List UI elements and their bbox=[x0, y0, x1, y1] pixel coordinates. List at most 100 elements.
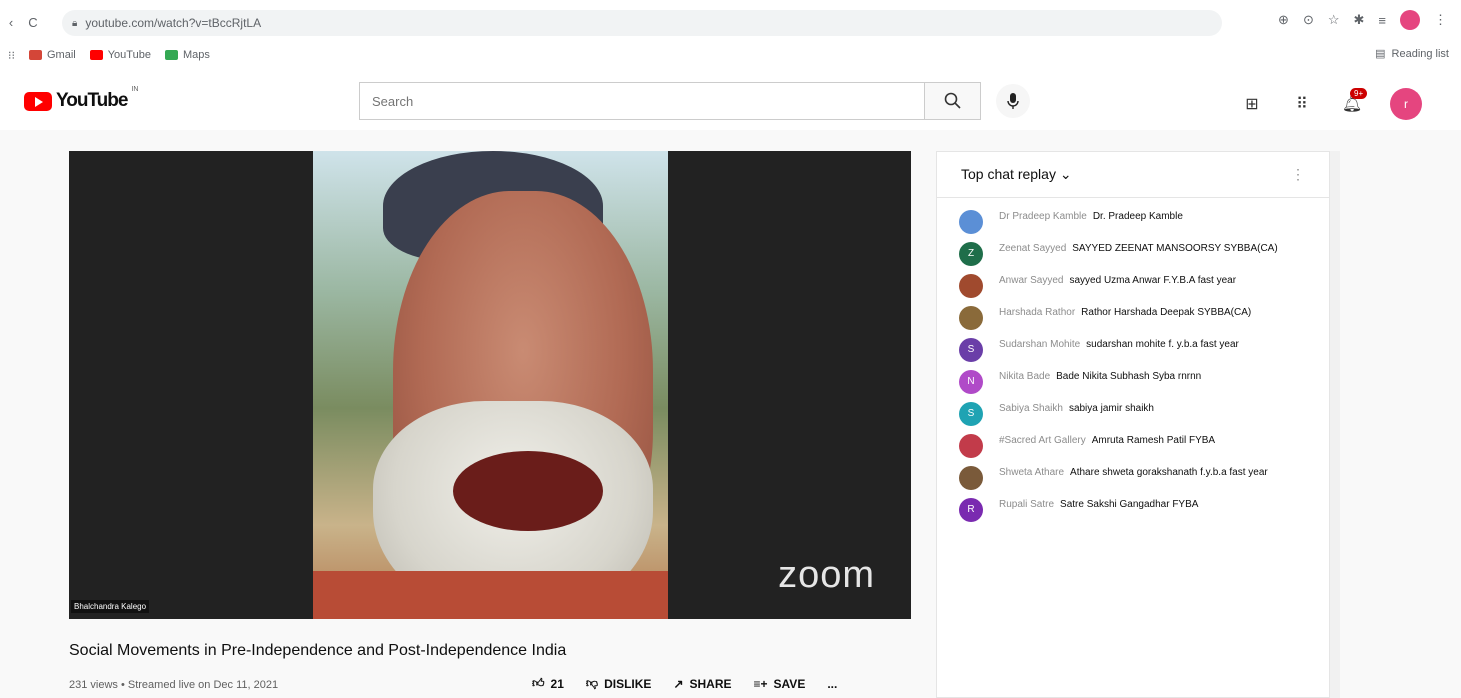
chat-avatar[interactable]: N bbox=[959, 370, 983, 394]
youtube-logo[interactable]: YouTube IN bbox=[24, 86, 138, 112]
bookmark-youtube[interactable]: YouTube bbox=[89, 49, 151, 61]
chat-avatar[interactable] bbox=[959, 434, 983, 458]
video-player[interactable]: zoom Bhalchandra Kalego bbox=[69, 151, 911, 619]
chat-avatar[interactable] bbox=[959, 466, 983, 490]
chat-message: S Sudarshan Mohite sudarshan mohite f. y.b… bbox=[937, 334, 1329, 366]
chat-message-text: sayyed Uzma Anwar F.Y.B.A fast year bbox=[1069, 275, 1237, 286]
search-button[interactable] bbox=[925, 82, 981, 120]
chat-message-list: Dr Pradeep Kamble Dr. Pradeep Kamble Z Zeen… bbox=[937, 198, 1329, 526]
mic-icon bbox=[1007, 93, 1019, 109]
apps-icon[interactable]: ⁝⁝ bbox=[8, 49, 15, 62]
chat-author[interactable]: Anwar Sayyed bbox=[999, 275, 1063, 286]
bookmark-gmail[interactable]: Gmail bbox=[29, 49, 76, 61]
chat-avatar[interactable]: Z bbox=[959, 242, 983, 266]
notification-badge: 9+ bbox=[1350, 88, 1368, 99]
youtube-play-icon bbox=[24, 91, 52, 111]
video-title: Social Movements in Pre-Independence and… bbox=[69, 642, 567, 659]
chat-author[interactable]: Harshada Rathor bbox=[999, 307, 1075, 318]
reload-icon[interactable]: C bbox=[22, 15, 44, 30]
like-button[interactable]: 👍︎ 21 bbox=[532, 676, 564, 691]
speaker-shirt bbox=[313, 571, 668, 619]
page-scrollbar[interactable] bbox=[1330, 151, 1340, 698]
share-button[interactable]: ↗ SHARE bbox=[673, 677, 731, 691]
install-icon[interactable]: ⊕ bbox=[1278, 12, 1289, 28]
save-button[interactable]: ≡+ SAVE bbox=[754, 677, 806, 691]
menu-icon[interactable]: ⋮ bbox=[1434, 12, 1447, 28]
gmail-icon bbox=[29, 50, 42, 60]
star-icon[interactable]: ☆ bbox=[1328, 12, 1340, 28]
chat-message-body: Rupali Satre Satre Sakshi Gangadhar FYBA bbox=[999, 498, 1305, 512]
chat-message-body: #Sacred Art Gallery Amruta Ramesh Patil F… bbox=[999, 434, 1305, 448]
profile-avatar[interactable] bbox=[1400, 10, 1420, 30]
chat-avatar[interactable] bbox=[959, 306, 983, 330]
chat-message-text: Amruta Ramesh Patil FYBA bbox=[1091, 435, 1216, 446]
chat-message-body: Dr Pradeep Kamble Dr. Pradeep Kamble bbox=[999, 210, 1305, 224]
video-meta: 231 views • Streamed live on Dec 11, 202… bbox=[69, 679, 279, 691]
chat-message-text: sudarshan mohite f. y.b.a fast year bbox=[1086, 339, 1239, 350]
account-avatar[interactable]: r bbox=[1390, 88, 1422, 120]
puzzle-icon[interactable]: ✱ bbox=[1354, 12, 1365, 28]
browser-extensions: ⊕ ⊙ ☆ ✱ ≡ ⋮ bbox=[1278, 10, 1447, 30]
chat-author[interactable]: Rupali Satre bbox=[999, 499, 1054, 510]
maps-icon bbox=[164, 50, 178, 60]
chat-message-body: Anwar Sayyed sayyed Uzma Anwar F.Y.B.A fa… bbox=[999, 274, 1305, 288]
header-actions: ⊞ ⠿ 🔔︎ 9+ r bbox=[1240, 88, 1422, 120]
zoom-watermark: zoom bbox=[778, 554, 875, 596]
chat-message-body: Zeenat Sayyed SAYYED ZEENAT MANSOORSY SYB… bbox=[999, 242, 1305, 256]
chat-message: Dr Pradeep Kamble Dr. Pradeep Kamble bbox=[937, 206, 1329, 238]
notifications-icon[interactable]: 🔔︎ 9+ bbox=[1340, 88, 1368, 116]
chat-author[interactable]: Sabiya Shaikh bbox=[999, 403, 1063, 414]
chat-message-body: Harshada Rathor Rathor Harshada Deepak SY… bbox=[999, 306, 1305, 320]
thumbs-down-icon: 👎︎ bbox=[585, 676, 599, 690]
apps-grid-icon[interactable]: ⠿ bbox=[1290, 92, 1314, 116]
chat-message-body: Sabiya Shaikh sabiya jamir shaikh bbox=[999, 402, 1305, 416]
chat-panel: Top chat replay ⌄ ⋮ Dr Pradeep Kamble Dr.… bbox=[936, 151, 1330, 698]
bookmarks-bar: ⁝⁝ Gmail YouTube Maps bbox=[0, 44, 1461, 66]
youtube-icon bbox=[89, 50, 103, 60]
chat-author[interactable]: Sudarshan Mohite bbox=[999, 339, 1080, 350]
chat-author[interactable]: #Sacred Art Gallery bbox=[999, 435, 1086, 446]
chat-message-body: Sudarshan Mohite sudarshan mohite f. y.b.… bbox=[999, 338, 1305, 352]
bookmark-maps[interactable]: Maps bbox=[164, 49, 210, 61]
search-input[interactable] bbox=[359, 82, 925, 120]
more-actions-button[interactable]: ... bbox=[827, 677, 837, 691]
mic-button[interactable] bbox=[996, 84, 1030, 118]
chat-avatar[interactable]: R bbox=[959, 498, 983, 522]
chat-message: S Sabiya Shaikh sabiya jamir shaikh bbox=[937, 398, 1329, 430]
chat-message-text: Dr. Pradeep Kamble bbox=[1092, 211, 1183, 222]
chat-message: Z Zeenat Sayyed SAYYED ZEENAT MANSOORSY SY… bbox=[937, 238, 1329, 270]
chat-avatar[interactable] bbox=[959, 274, 983, 298]
chat-message: #Sacred Art Gallery Amruta Ramesh Patil F… bbox=[937, 430, 1329, 462]
chat-message: Shweta Athare Athare shweta gorakshanath … bbox=[937, 462, 1329, 494]
chat-avatar[interactable]: S bbox=[959, 338, 983, 362]
browser-toolbar: ‹ C 🔒︎ youtube.com/watch?v=tBccRjtLA ⊕ ⊙… bbox=[0, 0, 1461, 44]
url-text: youtube.com/watch?v=tBccRjtLA bbox=[85, 16, 262, 30]
chat-message-text: Rathor Harshada Deepak SYBBA(CA) bbox=[1081, 307, 1252, 318]
search-icon bbox=[944, 92, 961, 109]
chat-message: Anwar Sayyed sayyed Uzma Anwar F.Y.B.A fa… bbox=[937, 270, 1329, 302]
chat-author[interactable]: Dr Pradeep Kamble bbox=[999, 211, 1087, 222]
participant-name-tag: Bhalchandra Kalego bbox=[71, 600, 150, 613]
reading-list-button[interactable]: ▤ Reading list bbox=[1375, 47, 1449, 61]
chat-message-text: Athare shweta gorakshanath f.y.b.a fast … bbox=[1070, 467, 1268, 478]
video-frame bbox=[313, 151, 668, 619]
chat-message-text: SAYYED ZEENAT MANSOORSY SYBBA(CA) bbox=[1072, 243, 1278, 254]
dislike-button[interactable]: 👎︎ DISLIKE bbox=[586, 676, 652, 691]
chat-author[interactable]: Nikita Bade bbox=[999, 371, 1050, 382]
thumbs-up-icon: 👍︎ bbox=[532, 676, 545, 690]
chat-message-text: sabiya jamir shaikh bbox=[1068, 403, 1154, 414]
create-video-icon[interactable]: ⊞ bbox=[1240, 92, 1264, 116]
media-icon[interactable]: ≡ bbox=[1378, 13, 1386, 28]
chat-more-icon[interactable]: ⋮ bbox=[1291, 166, 1305, 183]
chat-author[interactable]: Shweta Athare bbox=[999, 467, 1064, 478]
back-icon[interactable]: ‹ bbox=[0, 15, 22, 30]
playlist-add-icon: ≡+ bbox=[753, 676, 768, 691]
address-bar[interactable]: 🔒︎ youtube.com/watch?v=tBccRjtLA bbox=[62, 10, 1222, 36]
chat-header: Top chat replay ⌄ ⋮ bbox=[937, 152, 1329, 198]
chat-message: Harshada Rathor Rathor Harshada Deepak SY… bbox=[937, 302, 1329, 334]
chat-avatar[interactable]: S bbox=[959, 402, 983, 426]
chat-author[interactable]: Zeenat Sayyed bbox=[999, 243, 1066, 254]
extension-icon[interactable]: ⊙ bbox=[1303, 12, 1314, 28]
chat-mode-dropdown[interactable]: Top chat replay ⌄ bbox=[961, 166, 1072, 183]
chat-avatar[interactable] bbox=[959, 210, 983, 234]
